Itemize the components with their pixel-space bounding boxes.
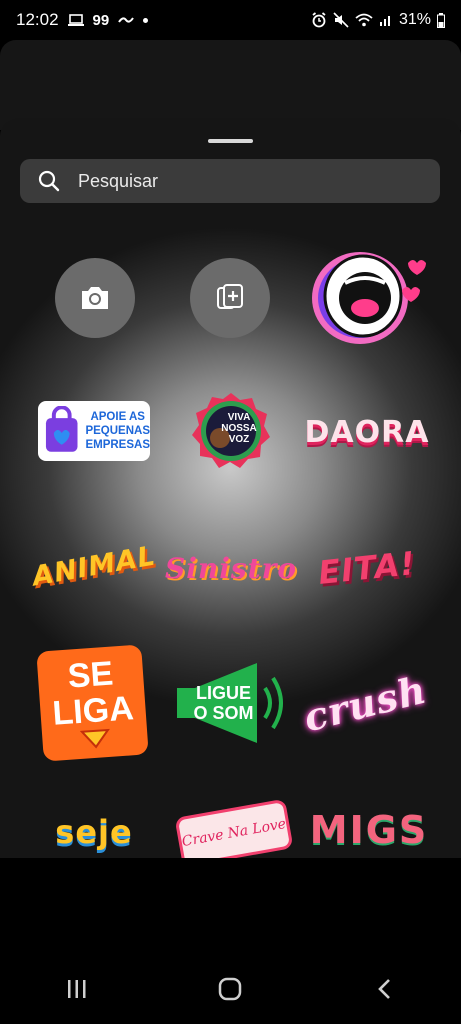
shopping-bag-heart-icon [45,406,78,452]
add-media-icon [217,284,243,309]
se-liga-sticker[interactable]: SE LIGA [36,644,149,762]
sticker-text-seje: seje [55,813,133,851]
battery-percent: 31% [398,11,431,28]
sticker-sheet[interactable]: Pesquisar APOIE AS PEQUENAS EMPRESAS VIV… [0,118,461,858]
sticker-text-empresas: EMPRESAS [85,439,150,451]
status-bar: 12:02 99 31% [0,0,461,40]
more-notifications-dot [143,17,149,23]
wifi-icon [355,13,373,27]
notification-count: 99 [92,11,110,29]
sticker-text-voz: VOZ [228,433,250,445]
search-bar[interactable]: Pesquisar [20,159,440,203]
sticker-text-pequenas: PEQUENAS [85,425,150,437]
crave-na-love-sticker[interactable]: Crave Na Love [174,798,294,858]
laptop-icon [67,14,84,26]
sticker-text-crave: Crave Na Love [180,815,288,851]
search-icon [38,170,60,192]
animal-sticker[interactable]: ANIMAL [30,526,159,606]
back-button[interactable] [354,969,414,1009]
sheet-drag-handle[interactable] [208,139,253,143]
camera-icon [82,287,108,309]
back-icon [378,979,391,999]
viva-nossa-voz-sticker[interactable]: VIVA NOSSA VOZ [190,390,272,472]
diamond-icon [79,728,110,749]
sticker-text-o-som: O SOM [193,703,254,723]
bottom-area [0,858,461,1024]
sticker-text-sinistro: Sinistro [165,551,297,585]
system-navigation-bar [0,954,461,1024]
migs-sticker[interactable]: MIGS [310,808,428,858]
alarm-icon [312,12,326,28]
eita-sticker[interactable]: EITA! [305,532,429,604]
sticker-text-ligue: LIGUE [195,683,251,703]
status-time: 12:02 [16,10,59,29]
add-photo-sticker-button[interactable] [190,258,270,338]
battery-icon [437,12,445,28]
crush-sticker[interactable]: crush [298,655,431,752]
home-icon [219,977,242,1001]
signal-icon [379,16,390,26]
sticker-text-migs: MIGS [309,808,429,852]
sticker-text-daora: DAORA [304,414,430,450]
recent-apps-button[interactable] [47,969,107,1009]
ligue-o-som-sticker[interactable]: LIGUE O SOM [175,658,290,748]
seje-sticker[interactable]: seje [35,813,153,858]
sticker-text-viva: VIVA [227,411,251,423]
scream-mouth-icon [312,252,426,344]
daora-sticker[interactable]: DAORA [305,408,429,456]
home-button[interactable] [200,969,260,1009]
background-card [0,40,461,130]
app-notification-icon [118,17,135,23]
camera-sticker-button[interactable] [55,258,135,338]
mute-icon [333,12,349,28]
sticker-text-crush: crush [299,666,431,740]
sinistro-sticker[interactable]: Sinistro [165,538,296,598]
sticker-text-apoie: APOIE AS [90,411,145,423]
sticker-text-animal: ANIMAL [30,539,159,593]
sticker-text-nossa: NOSSA [221,422,257,434]
apoie-pequenas-empresas-sticker[interactable]: APOIE AS PEQUENAS EMPRESAS [38,401,150,461]
scream-mouth-sticker[interactable] [305,243,430,348]
search-input[interactable]: Pesquisar [78,171,158,192]
sticker-text-se: SE [66,654,115,696]
sticker-text-eita: EITA! [316,544,418,592]
recent-apps-icon [67,980,86,998]
sticker-text-liga: LIGA [51,689,135,733]
